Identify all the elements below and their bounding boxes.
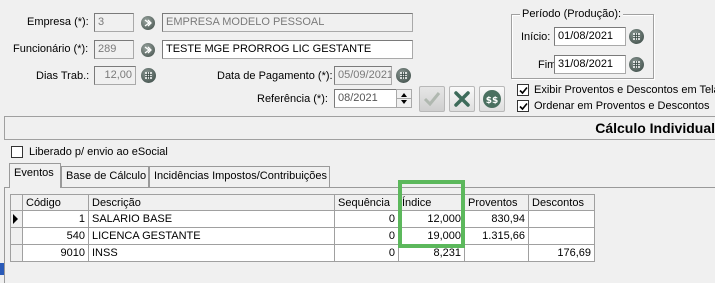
esocial-checkbox[interactable]: [11, 146, 23, 158]
indice-highlight-box: [398, 180, 465, 248]
table-cell-proventos[interactable]: [465, 245, 529, 262]
dias-trab-input[interactable]: 12,00: [94, 66, 136, 85]
column-header-descontos[interactable]: Descontos: [529, 194, 595, 211]
check-icon: [423, 92, 441, 107]
funcionario-code-input[interactable]: 289: [94, 40, 134, 59]
confirm-button[interactable]: [419, 86, 445, 112]
empresa-lookup-button[interactable]: [141, 16, 155, 30]
table-cell-descontos[interactable]: [529, 228, 595, 245]
inicio-input[interactable]: 01/08/2021: [554, 27, 626, 46]
calendar-icon[interactable]: [396, 68, 411, 83]
row-indicator[interactable]: [10, 245, 23, 262]
inicio-label: Início:: [521, 31, 551, 43]
tab-label: Incidências Impostos/Contribuições: [154, 170, 328, 182]
table-cell-proventos[interactable]: 830,94: [465, 211, 529, 228]
tab-incidencias[interactable]: Incidências Impostos/Contribuições: [149, 166, 330, 187]
calculator-icon[interactable]: [141, 68, 156, 83]
referencia-input[interactable]: 08/2021: [334, 89, 397, 108]
table-cell-descontos[interactable]: 176,69: [529, 245, 595, 262]
table-cell-descontos[interactable]: [529, 211, 595, 228]
data-pagamento-label: Data de Pagamento (*):: [217, 70, 333, 82]
cancel-button[interactable]: [449, 86, 475, 112]
exibir-label: Exibir Proventos e Descontos em Tela: [534, 84, 715, 96]
table-cell-codigo[interactable]: 1: [23, 211, 89, 228]
empresa-code-input[interactable]: 3: [94, 13, 134, 32]
tab-base-calculo[interactable]: Base de Cálculo: [61, 166, 149, 187]
ordenar-label: Ordenar em Proventos e Descontos: [534, 100, 710, 112]
ordenar-checkbox[interactable]: [517, 100, 529, 112]
calculate-money-button[interactable]: $$: [479, 86, 505, 112]
table-cell-proventos[interactable]: 1.315,66: [465, 228, 529, 245]
funcionario-name-field: TESTE MGE PRORROG LIC GESTANTE: [162, 40, 413, 59]
empresa-name-field: EMPRESA MODELO PESSOAL: [162, 13, 413, 32]
column-header-proventos[interactable]: Proventos: [465, 194, 529, 211]
svg-text:$$: $$: [486, 96, 499, 106]
arrow-right-icon: [144, 46, 152, 54]
tab-label: Eventos: [14, 167, 54, 179]
dias-trab-label: Dias Trab.:: [36, 70, 90, 82]
tab-label: Base de Cálculo: [66, 170, 147, 182]
table-cell-descricao[interactable]: INSS: [89, 245, 335, 262]
funcionario-label: Funcionário (*):: [13, 43, 89, 55]
esocial-label: Liberado p/ envio ao eSocial: [29, 146, 168, 158]
referencia-spinner[interactable]: [396, 89, 412, 108]
left-edge-marker: [0, 263, 4, 275]
periodo-title: Período (Produção):: [520, 8, 624, 20]
table-cell-sequencia[interactable]: 0: [335, 228, 399, 245]
tab-eventos[interactable]: Eventos: [9, 163, 61, 188]
column-header-descricao[interactable]: Descrição: [89, 194, 335, 211]
row-indicator-current[interactable]: [10, 211, 23, 228]
checkmark-icon: [519, 86, 528, 95]
exibir-checkbox[interactable]: [517, 84, 529, 96]
spinner-arrows-icon: [397, 93, 411, 104]
table-cell-descricao[interactable]: LICENCA GESTANTE: [89, 228, 335, 245]
row-indicator[interactable]: [10, 228, 23, 245]
table-cell-sequencia[interactable]: 0: [335, 245, 399, 262]
close-icon: [454, 91, 470, 107]
fim-calendar-icon[interactable]: [629, 57, 644, 72]
section-title-bar: Cálculo Individual: [4, 116, 715, 140]
money-calculate-icon: $$: [483, 90, 501, 108]
column-header-codigo[interactable]: Código: [23, 194, 89, 211]
section-title: Cálculo Individual: [595, 120, 715, 136]
funcionario-lookup-button[interactable]: [141, 43, 155, 57]
arrow-right-icon: [144, 19, 152, 27]
data-pagamento-input[interactable]: 05/09/2021: [334, 66, 392, 85]
referencia-label: Referência (*):: [257, 93, 328, 105]
current-row-arrow-icon: [13, 214, 18, 224]
inicio-calendar-icon[interactable]: [629, 29, 644, 44]
table-cell-descricao[interactable]: SALARIO BASE: [89, 211, 335, 228]
empresa-label: Empresa (*):: [27, 16, 89, 28]
table-cell-codigo[interactable]: 9010: [23, 245, 89, 262]
checkmark-icon: [519, 102, 528, 111]
column-header-sequencia[interactable]: Sequência: [335, 194, 399, 211]
table-cell-codigo[interactable]: 540: [23, 228, 89, 245]
table-cell-sequencia[interactable]: 0: [335, 211, 399, 228]
fim-input[interactable]: 31/08/2021: [554, 55, 626, 74]
row-indicator-header: [10, 194, 23, 211]
